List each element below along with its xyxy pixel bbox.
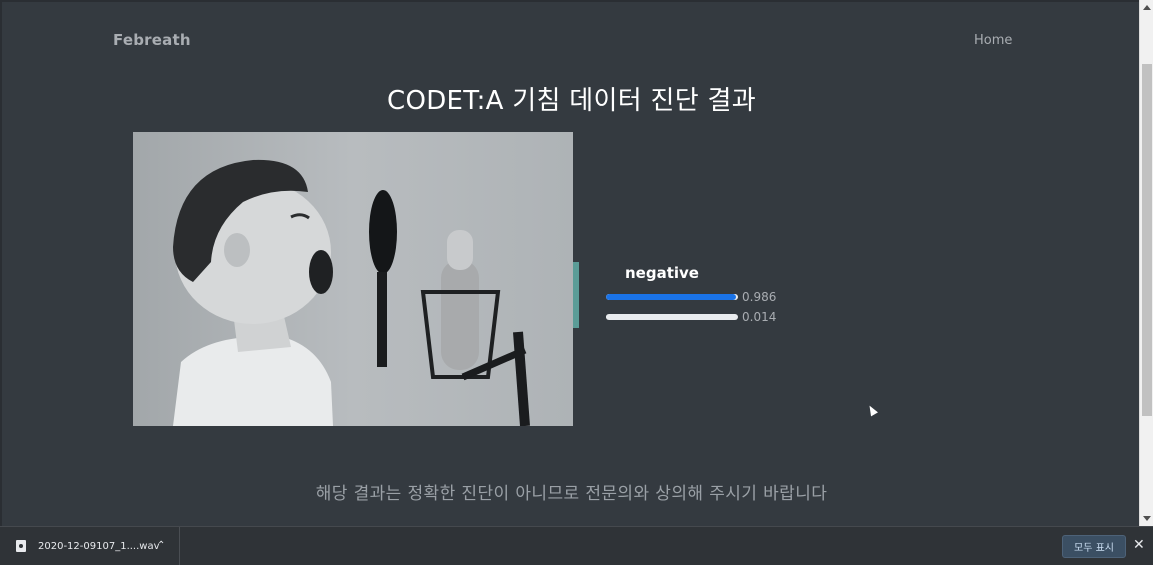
download-item[interactable]: 2020-12-09107_1....wav ⌃	[0, 526, 180, 565]
brand-logo[interactable]: Febreath	[113, 31, 191, 49]
show-all-button[interactable]: 모두 표시	[1062, 535, 1126, 558]
probability-bar-fill	[606, 314, 608, 320]
probability-bar	[606, 314, 738, 320]
result-label: negative	[625, 264, 699, 282]
nav-home-link[interactable]: Home	[974, 33, 1012, 48]
chevron-up-icon[interactable]: ⌃	[157, 540, 165, 551]
disclaimer-text: 해당 결과는 정확한 진단이 아니므로 전문의와 상의해 주시기 바랍니다	[315, 484, 828, 504]
probability-bar	[606, 294, 738, 300]
result-accent-bar	[573, 262, 579, 328]
probability-value: 0.014	[742, 310, 777, 324]
download-shelf: 2020-12-09107_1....wav ⌃ 모두 표시 ✕	[0, 526, 1153, 565]
probability-value: 0.986	[742, 290, 777, 304]
audio-file-icon	[16, 540, 26, 552]
scroll-thumb[interactable]	[1142, 64, 1152, 416]
probability-row: 0.014	[606, 310, 776, 324]
mouse-cursor-icon	[866, 403, 878, 417]
close-icon[interactable]: ✕	[1133, 537, 1145, 553]
vertical-scrollbar[interactable]	[1139, 0, 1153, 526]
download-file-name[interactable]: 2020-12-09107_1....wav	[38, 541, 160, 552]
probability-row: 0.986	[606, 290, 776, 304]
scroll-down-arrow-icon[interactable]	[1143, 516, 1151, 521]
page: Febreath Home CODET:A 기침 데이터 진단 결과 negat…	[0, 0, 1139, 526]
result-image	[133, 132, 573, 426]
page-title: CODET:A 기침 데이터 진단 결과	[387, 86, 756, 116]
scroll-up-arrow-icon[interactable]	[1143, 5, 1151, 10]
probability-bar-fill	[606, 294, 737, 300]
